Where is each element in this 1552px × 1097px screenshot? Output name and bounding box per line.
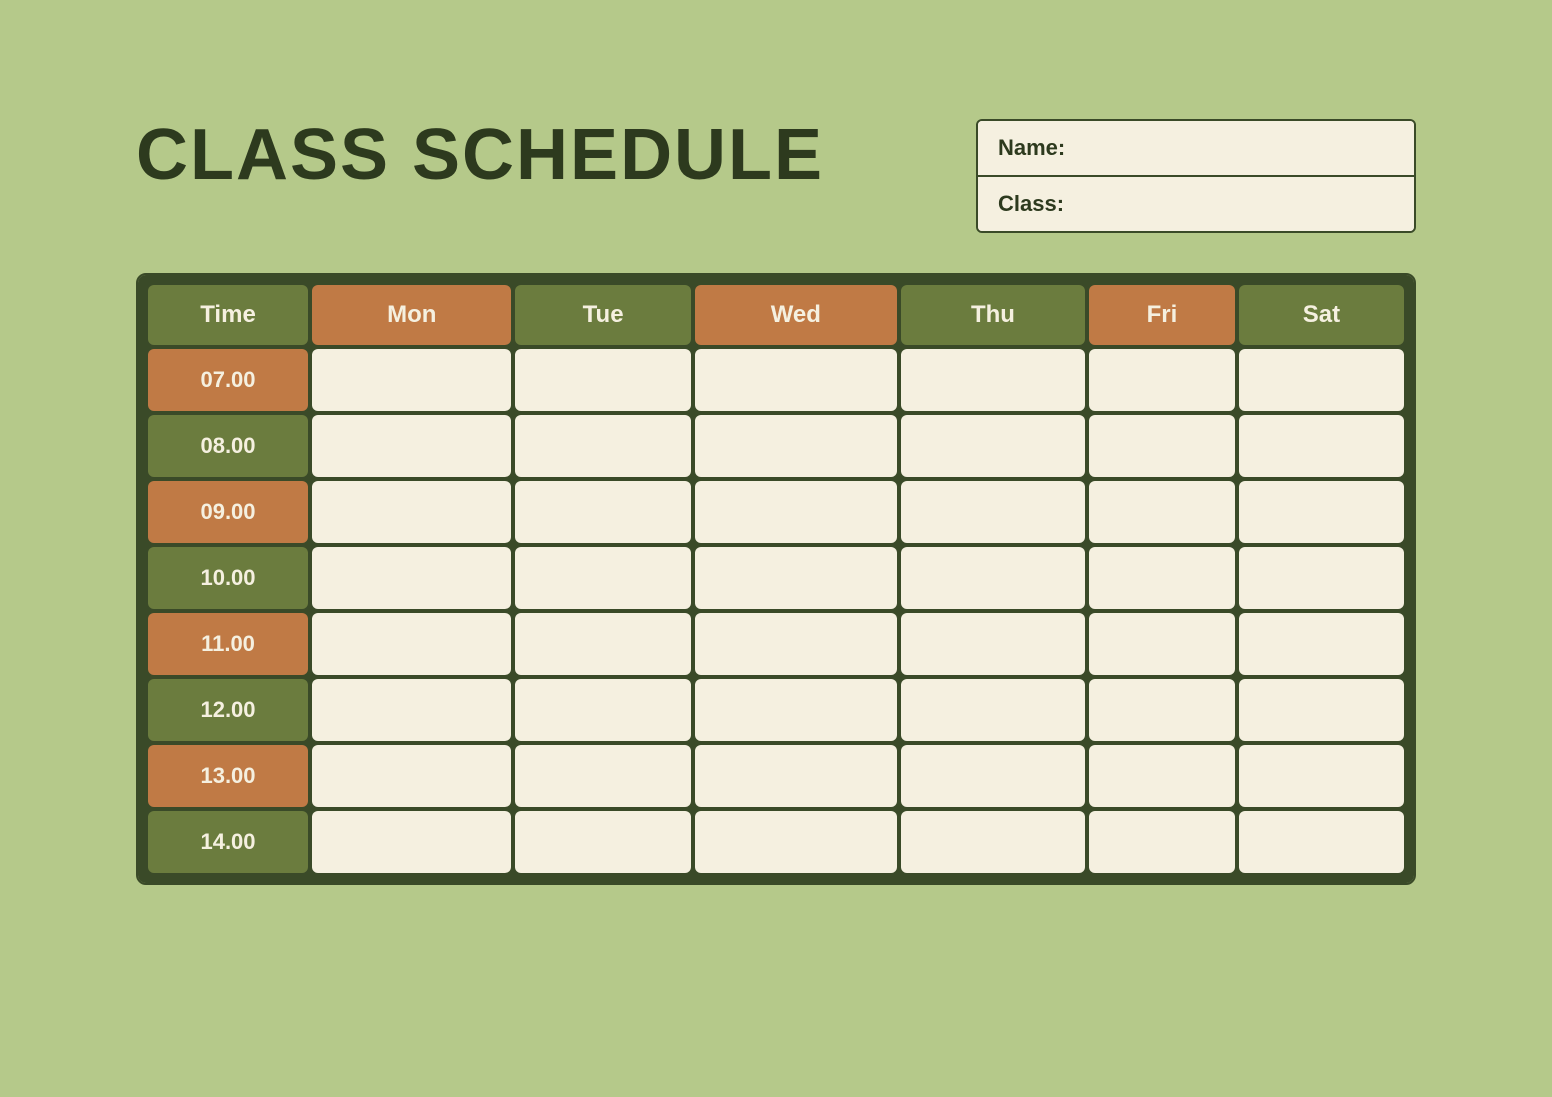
name-label: Name: <box>998 135 1065 160</box>
schedule-cell[interactable] <box>1089 415 1235 477</box>
schedule-cell[interactable] <box>1089 613 1235 675</box>
schedule-cell[interactable] <box>1089 745 1235 807</box>
table-row: 12.00 <box>148 679 1404 741</box>
schedule-cell[interactable] <box>515 613 690 675</box>
schedule-cell[interactable] <box>312 481 511 543</box>
schedule-cell[interactable] <box>515 415 690 477</box>
schedule-cell[interactable] <box>312 547 511 609</box>
schedule-cell[interactable] <box>1239 415 1404 477</box>
table-row: 11.00 <box>148 613 1404 675</box>
schedule-cell[interactable] <box>695 349 897 411</box>
schedule-cell[interactable] <box>695 811 897 873</box>
name-row: Name: <box>978 121 1414 177</box>
schedule-cell[interactable] <box>1089 547 1235 609</box>
time-cell-2: 09.00 <box>148 481 308 543</box>
schedule-cell[interactable] <box>901 349 1085 411</box>
schedule-cell[interactable] <box>1239 349 1404 411</box>
col-header-mon: Mon <box>312 285 511 345</box>
info-box: Name: Class: <box>976 119 1416 233</box>
time-cell-4: 11.00 <box>148 613 308 675</box>
schedule-cell[interactable] <box>901 547 1085 609</box>
schedule-cell[interactable] <box>312 415 511 477</box>
schedule-cell[interactable] <box>312 745 511 807</box>
page-title: CLASS SCHEDULE <box>136 119 824 191</box>
schedule-cell[interactable] <box>695 679 897 741</box>
header: CLASS SCHEDULE Name: Class: <box>136 119 1416 233</box>
schedule-cell[interactable] <box>1239 547 1404 609</box>
schedule-cell[interactable] <box>1089 349 1235 411</box>
schedule-cell[interactable] <box>901 811 1085 873</box>
time-cell-7: 14.00 <box>148 811 308 873</box>
schedule-cell[interactable] <box>1239 745 1404 807</box>
schedule-cell[interactable] <box>1239 481 1404 543</box>
schedule-cell[interactable] <box>515 349 690 411</box>
schedule-cell[interactable] <box>901 613 1085 675</box>
schedule-cell[interactable] <box>312 679 511 741</box>
schedule-cell[interactable] <box>695 613 897 675</box>
schedule-cell[interactable] <box>1089 481 1235 543</box>
time-cell-0: 07.00 <box>148 349 308 411</box>
time-cell-3: 10.00 <box>148 547 308 609</box>
class-row: Class: <box>978 177 1414 231</box>
schedule-cell[interactable] <box>1089 679 1235 741</box>
col-header-tue: Tue <box>515 285 690 345</box>
schedule-cell[interactable] <box>312 613 511 675</box>
col-header-wed: Wed <box>695 285 897 345</box>
schedule-cell[interactable] <box>695 481 897 543</box>
schedule-cell[interactable] <box>312 349 511 411</box>
schedule-table: Time Mon Tue Wed Thu Fri <box>138 275 1414 883</box>
schedule-cell[interactable] <box>901 415 1085 477</box>
time-cell-5: 12.00 <box>148 679 308 741</box>
schedule-cell[interactable] <box>901 745 1085 807</box>
class-label: Class: <box>998 191 1064 216</box>
table-row: 09.00 <box>148 481 1404 543</box>
time-cell-1: 08.00 <box>148 415 308 477</box>
schedule-cell[interactable] <box>515 811 690 873</box>
schedule-cell[interactable] <box>695 415 897 477</box>
schedule-cell[interactable] <box>1089 811 1235 873</box>
schedule-cell[interactable] <box>1239 679 1404 741</box>
schedule-cell[interactable] <box>901 481 1085 543</box>
schedule-cell[interactable] <box>901 679 1085 741</box>
schedule-cell[interactable] <box>515 745 690 807</box>
schedule-cell[interactable] <box>695 745 897 807</box>
col-header-thu: Thu <box>901 285 1085 345</box>
table-row: 07.00 <box>148 349 1404 411</box>
schedule-cell[interactable] <box>695 547 897 609</box>
header-row: Time Mon Tue Wed Thu Fri <box>148 285 1404 345</box>
table-row: 14.00 <box>148 811 1404 873</box>
time-cell-6: 13.00 <box>148 745 308 807</box>
schedule-table-wrapper: Time Mon Tue Wed Thu Fri <box>136 273 1416 885</box>
table-row: 10.00 <box>148 547 1404 609</box>
schedule-cell[interactable] <box>1239 613 1404 675</box>
page: CLASS SCHEDULE Name: Class: Time Mon <box>76 69 1476 1029</box>
table-row: 13.00 <box>148 745 1404 807</box>
schedule-cell[interactable] <box>312 811 511 873</box>
schedule-cell[interactable] <box>515 679 690 741</box>
col-header-sat: Sat <box>1239 285 1404 345</box>
schedule-cell[interactable] <box>515 481 690 543</box>
col-header-fri: Fri <box>1089 285 1235 345</box>
table-row: 08.00 <box>148 415 1404 477</box>
schedule-cell[interactable] <box>1239 811 1404 873</box>
col-header-time: Time <box>148 285 308 345</box>
schedule-cell[interactable] <box>515 547 690 609</box>
